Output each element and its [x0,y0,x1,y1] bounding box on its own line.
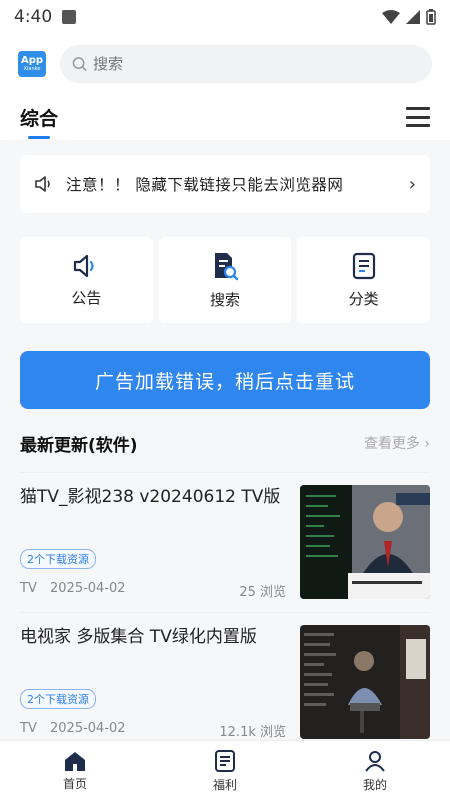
quick-label: 搜索 [210,290,241,309]
home-icon [65,751,85,771]
nav-welfare[interactable]: 福利 [150,741,300,800]
item-thumbnail [300,625,430,739]
quick-category[interactable]: 分类 [297,237,431,323]
doc-icon [215,749,235,772]
quick-actions: 公告 搜索 分类 [20,237,431,323]
item-views: 25 浏览 [239,585,286,600]
tab-label: 综合 [20,107,59,130]
download-badge: 2个下载资源 [20,689,96,709]
search-box[interactable] [60,45,432,83]
speaker-icon [35,176,50,192]
status-bar: 4:40 [0,0,450,34]
status-indicators [382,9,436,25]
download-badge: 2个下载资源 [20,549,96,569]
signal-icon [406,10,420,24]
item-date: 2025-04-02 [50,581,126,596]
wifi-icon [382,10,400,24]
list-icon [352,252,375,279]
item-date: 2025-04-02 [50,721,126,736]
ad-retry-banner[interactable]: 广告加载错误，稍后点击重试 [20,351,430,409]
software-list: 猫TV_影视238 v20240612 TV版 2个下载资源 TV 2025-0… [20,472,430,752]
section-title: 最新更新(软件) [20,435,138,456]
menu-icon[interactable] [406,107,430,127]
nav-profile[interactable]: 我的 [300,741,450,800]
nav-label: 福利 [212,777,237,792]
user-icon [365,750,385,772]
search-input[interactable] [93,55,420,73]
quick-search[interactable]: 搜索 [158,237,292,323]
item-thumbnail [300,485,430,599]
quick-announcement[interactable]: 公告 [20,237,153,323]
nav-label: 我的 [362,777,387,792]
logo-text: App [20,55,44,66]
chevron-right-icon: › [408,173,416,195]
search-icon [72,57,87,72]
item-title: 猫TV_影视238 v20240612 TV版 [20,487,281,507]
tab-general[interactable]: 综合 [20,104,59,139]
see-more-link[interactable]: 查看更多 › [364,433,430,453]
notice-bar[interactable]: 注意！！ 隐藏下载链接只能去浏览器网 › [20,155,430,213]
status-time: 4:40 [14,7,53,27]
speaker-icon [74,254,94,277]
quick-label: 分类 [348,289,379,308]
item-views: 12.1k 浏览 [219,725,286,740]
item-category: TV [20,581,37,596]
tab-indicator [28,135,50,139]
tab-row: 综合 [0,94,450,140]
top-bar: App Xianke [0,34,450,94]
quick-label: 公告 [71,288,102,307]
section-header: 最新更新(软件) 查看更多 › [20,425,430,461]
nav-label: 首页 [62,776,87,791]
battery-icon [426,9,436,25]
item-title: 电视家 多版集合 TV绿化内置版 [20,627,257,647]
app-logo[interactable]: App Xianke [18,51,46,77]
item-category: TV [20,721,37,736]
list-item[interactable]: 猫TV_影视238 v20240612 TV版 2个下载资源 TV 2025-0… [20,472,430,612]
notice-text: 注意！！ 隐藏下载链接只能去浏览器网 [66,176,344,194]
bottom-nav: 首页 福利 我的 [0,740,450,800]
nav-home[interactable]: 首页 [0,741,150,800]
list-item[interactable]: 电视家 多版集合 TV绿化内置版 2个下载资源 TV 2025-04-02 12… [20,612,430,752]
doc-search-icon [215,252,239,280]
logo-subtext: Xianke [23,66,41,72]
notification-icon [62,10,77,24]
